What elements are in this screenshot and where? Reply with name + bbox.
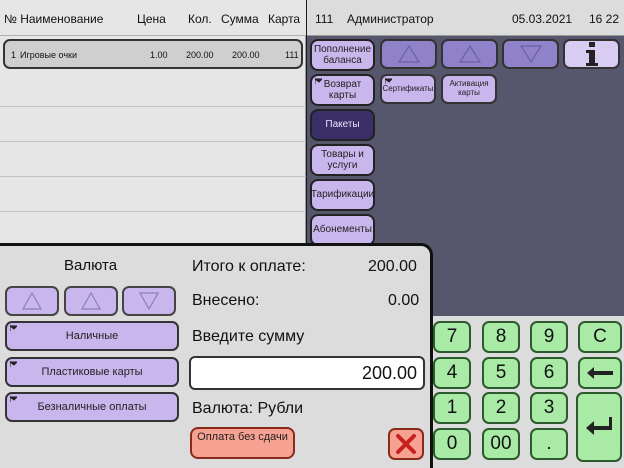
pay-method-label: Пластиковые карты: [41, 366, 143, 378]
table-row[interactable]: 1 Игровые очки 1.00 200.00 200.00 111: [3, 39, 303, 69]
down-arrow-icon: [519, 45, 542, 63]
row-divider: [0, 141, 306, 142]
enter-return-icon: [586, 417, 612, 435]
col-sum: Сумма: [221, 12, 259, 26]
close-x-icon: [396, 434, 416, 454]
sidebar-item-card-return[interactable]: Возврат карты: [310, 74, 375, 106]
sidebar-item-packages[interactable]: Пакеты: [310, 109, 375, 141]
currency-line: Валюта: Рубли: [192, 400, 304, 417]
corner-marker-icon: [10, 361, 17, 367]
pay-without-change-button[interactable]: Оплата без сдачи: [190, 427, 295, 459]
paid-value: 0.00: [388, 292, 420, 309]
currency-up-button[interactable]: [64, 286, 118, 316]
nav-down-button[interactable]: [502, 39, 559, 69]
key-enter[interactable]: [576, 392, 622, 462]
row-divider: [0, 176, 306, 177]
row-name: Игровые очки: [20, 50, 77, 60]
corner-marker-icon: [10, 396, 17, 402]
total-value: 200.00: [368, 258, 417, 275]
col-card: Карта: [268, 12, 301, 26]
corner-marker-icon: [385, 78, 392, 84]
pay-method-cash[interactable]: Наличные: [5, 321, 179, 351]
tile-label: Сертификаты: [382, 83, 434, 93]
key-6[interactable]: 6: [530, 357, 568, 389]
info-icon: [585, 42, 598, 66]
row-divider: [0, 211, 306, 212]
receipt-panel: № Наименование Цена Кол. Сумма Карта 1 И…: [0, 0, 306, 250]
enter-sum-label: Введите сумму: [192, 328, 305, 345]
key-4[interactable]: 4: [433, 357, 471, 389]
current-date: 05.03.2021: [512, 12, 573, 26]
key-1[interactable]: 1: [433, 392, 471, 424]
receipt-header: № Наименование Цена Кол. Сумма Карта: [0, 0, 306, 36]
sidebar-item-subscriptions[interactable]: Абонементы: [310, 214, 375, 246]
row-card: 111: [285, 50, 299, 60]
pay-method-label: Наличные: [65, 330, 119, 342]
key-7[interactable]: 7: [433, 321, 471, 353]
currency-first-button[interactable]: [5, 286, 59, 316]
key-8[interactable]: 8: [482, 321, 520, 353]
pay-method-label: Безналичные оплаты: [37, 401, 147, 413]
terminal-number: 111: [315, 12, 334, 26]
backspace-arrow-icon: [587, 367, 613, 379]
key-9[interactable]: 9: [530, 321, 568, 353]
key-3[interactable]: 3: [530, 392, 568, 424]
corner-marker-icon: [10, 325, 17, 331]
nav-up-button[interactable]: [441, 39, 498, 69]
corner-marker-icon: [315, 78, 322, 84]
user-name: Администратор: [347, 12, 434, 26]
nav-first-button[interactable]: [380, 39, 437, 69]
sidebar-item-tariffs[interactable]: Тарификации: [310, 179, 375, 211]
currency-down-button[interactable]: [122, 286, 176, 316]
row-sum: 200.00: [232, 50, 260, 60]
row-number: 1: [11, 50, 17, 60]
key-backspace[interactable]: [578, 357, 622, 389]
tile-certificates[interactable]: Сертификаты: [380, 74, 436, 104]
cancel-button[interactable]: [388, 428, 424, 460]
down-arrow-icon: [139, 292, 159, 310]
total-label: Итого к оплате:: [192, 258, 306, 275]
double-up-arrow-icon: [397, 45, 420, 63]
key-clear[interactable]: C: [578, 321, 622, 353]
current-time: 16 22: [589, 12, 620, 26]
up-arrow-icon: [458, 45, 481, 63]
amount-input[interactable]: 200.00: [189, 356, 425, 390]
up-arrow-icon: [81, 292, 101, 310]
key-2[interactable]: 2: [482, 392, 520, 424]
double-up-arrow-icon: [22, 292, 42, 310]
key-decimal[interactable]: .: [530, 428, 568, 460]
row-qty: 200.00: [186, 50, 214, 60]
paid-label: Внесено:: [192, 292, 260, 309]
status-bar: 111 Администратор 05.03.2021 16 22: [307, 0, 624, 36]
sidebar-item-goods-services[interactable]: Товары и услуги: [310, 144, 375, 176]
col-number-name: № Наименование: [4, 12, 104, 26]
sidebar-item-balance-topup[interactable]: Пополнение баланса: [310, 39, 375, 71]
key-00[interactable]: 00: [482, 428, 520, 460]
currency-title: Валюта: [64, 257, 118, 274]
info-button[interactable]: [563, 39, 620, 69]
row-price: 1.00: [150, 50, 168, 60]
pay-method-plastic-cards[interactable]: Пластиковые карты: [5, 357, 179, 387]
key-0[interactable]: 0: [433, 428, 471, 460]
row-divider: [0, 106, 306, 107]
col-qty: Кол.: [188, 12, 212, 26]
col-price: Цена: [137, 12, 166, 26]
key-5[interactable]: 5: [482, 357, 520, 389]
pay-method-cashless[interactable]: Безналичные оплаты: [5, 392, 179, 422]
tile-card-activation[interactable]: Активация карты: [441, 74, 497, 104]
